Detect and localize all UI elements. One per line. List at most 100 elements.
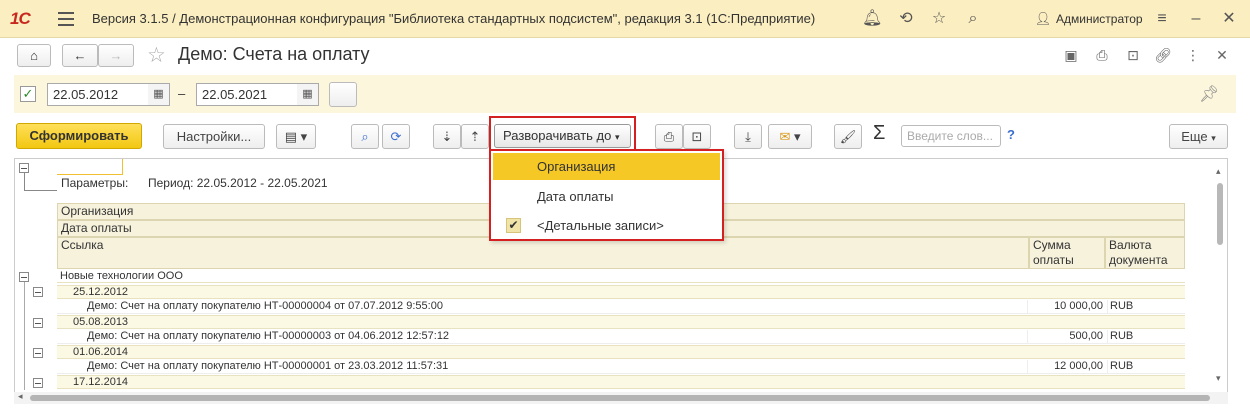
- date-group-row[interactable]: 25.12.2012: [57, 285, 1185, 299]
- magnifier-icon: ⌕: [361, 129, 369, 144]
- close-form-icon[interactable]: ✕: [1213, 46, 1231, 64]
- tree-line: [24, 173, 25, 191]
- arrow-right-icon: →: [109, 48, 123, 63]
- period-separator: –: [178, 86, 186, 101]
- collapse-organization-icon[interactable]: [19, 272, 29, 282]
- preview-icon: ⊡: [691, 129, 703, 144]
- more-actions-icon[interactable]: ⋮: [1184, 46, 1202, 64]
- link-icon[interactable]: 🔗︎: [1154, 46, 1172, 64]
- collapse-params-icon[interactable]: [19, 163, 29, 173]
- table-row[interactable]: Демо: Счет на оплату покупателю НТ-00000…: [57, 360, 1185, 374]
- preview-icon[interactable]: ⊡: [1124, 46, 1142, 64]
- collapse-date-icon[interactable]: [33, 378, 43, 388]
- favorites-star-icon[interactable]: ☆: [929, 9, 949, 29]
- pin-icon[interactable]: 📌︎: [1199, 84, 1219, 104]
- group-date: 05.08.2013: [73, 316, 129, 328]
- scroll-down-icon[interactable]: ▾: [1216, 373, 1221, 384]
- print-button[interactable]: ⎙: [655, 124, 683, 149]
- settings-menu-icon[interactable]: ≡: [1152, 9, 1172, 29]
- search-input[interactable]: Введите слов...: [901, 125, 1001, 147]
- table-row[interactable]: Демо: Счет на оплату покупателю НТ-00000…: [57, 300, 1185, 314]
- home-icon: ⌂: [30, 48, 38, 63]
- print-preview-button[interactable]: ⊡: [683, 124, 711, 149]
- title-bar: 1С Версия 3.1.5 / Демонстрационная конфи…: [0, 0, 1250, 38]
- sort-desc-button[interactable]: ⇡: [461, 124, 489, 149]
- generate-button[interactable]: Сформировать: [16, 123, 142, 149]
- dropdown-item-organization[interactable]: Организация: [493, 153, 720, 180]
- collapse-date-icon[interactable]: [33, 318, 43, 328]
- tree-line: [24, 190, 57, 191]
- bell-icon[interactable]: 🔔︎: [862, 9, 882, 29]
- print-icon[interactable]: ⎙: [1093, 46, 1111, 64]
- date-group-row[interactable]: 17.12.2014: [57, 375, 1185, 389]
- user-name[interactable]: Администратор: [1056, 12, 1143, 26]
- history-icon[interactable]: ⟲: [896, 9, 916, 29]
- params-label: Параметры:: [61, 176, 129, 190]
- scroll-left-icon[interactable]: ◂: [18, 391, 23, 402]
- search-icon[interactable]: ⌕: [963, 9, 983, 29]
- collapse-date-icon[interactable]: [33, 348, 43, 358]
- home-button[interactable]: ⌂: [17, 44, 51, 67]
- dropdown-item-detail-records[interactable]: ✔ <Детальные записи>: [493, 212, 720, 239]
- favorite-star-icon[interactable]: ☆: [147, 43, 166, 68]
- horizontal-scroll-thumb[interactable]: [30, 395, 1210, 401]
- column-sum: Сумма оплаты: [1029, 237, 1105, 269]
- group-date: 17.12.2014: [73, 376, 129, 388]
- variants-button[interactable]: ▤ ▾: [276, 124, 316, 149]
- column-currency-label: Валюта документа: [1109, 238, 1168, 267]
- organization-row[interactable]: Новые технологии ООО: [57, 270, 1185, 283]
- group-date: 01.06.2014: [73, 346, 129, 358]
- column-link: Ссылка: [57, 237, 1029, 269]
- find-next-button[interactable]: ⟳: [382, 124, 410, 149]
- calendar-to-icon[interactable]: ▦: [297, 83, 319, 106]
- sum-cell: 12 000,00: [1027, 360, 1103, 373]
- currency-cell: RUB: [1107, 300, 1133, 313]
- params-value: Период: 22.05.2012 - 22.05.2021: [148, 176, 328, 190]
- minimize-icon[interactable]: –: [1186, 9, 1206, 29]
- more-button[interactable]: Еще ▾: [1169, 124, 1228, 149]
- table-row[interactable]: Демо: Счет на оплату покупателю НТ-00000…: [57, 330, 1185, 344]
- save-to-file-button[interactable]: ⤓: [734, 124, 762, 149]
- date-group-row[interactable]: 01.06.2014: [57, 345, 1185, 359]
- document-link[interactable]: Демо: Счет на оплату покупателю НТ-00000…: [87, 300, 443, 313]
- arrow-left-icon: ←: [73, 48, 87, 63]
- document-link[interactable]: Демо: Счет на оплату покупателю НТ-00000…: [87, 360, 448, 373]
- appearance-button[interactable]: 🖌︎: [834, 124, 862, 149]
- period-select-button[interactable]: [329, 82, 357, 107]
- date-group-row[interactable]: 05.08.2013: [57, 315, 1185, 329]
- dropdown-item-label: Организация: [537, 159, 616, 174]
- user-icon[interactable]: 👤︎: [1033, 9, 1053, 29]
- back-button[interactable]: ←: [62, 44, 98, 67]
- header-organization-label: Организация: [61, 204, 134, 218]
- dropdown-item-label: <Детальные записи>: [537, 218, 664, 233]
- collapse-date-icon[interactable]: [33, 287, 43, 297]
- calendar-from-icon[interactable]: ▦: [148, 83, 170, 106]
- sum-icon[interactable]: Σ: [873, 122, 885, 145]
- organization-name: Новые технологии ООО: [60, 270, 183, 282]
- header-payment-date-label: Дата оплаты: [61, 221, 132, 235]
- find-button[interactable]: ⌕: [351, 124, 379, 149]
- printer-icon: ⎙: [663, 129, 675, 144]
- brush-icon: 🖌︎: [839, 129, 857, 144]
- vertical-scroll-thumb[interactable]: [1217, 183, 1223, 245]
- period-checkbox[interactable]: ✓: [20, 86, 36, 102]
- scroll-up-icon[interactable]: ▴: [1216, 166, 1221, 177]
- dropdown-item-payment-date[interactable]: Дата оплаты: [493, 183, 720, 210]
- envelope-icon: ✉: [779, 129, 791, 144]
- main-menu-icon[interactable]: [58, 12, 74, 26]
- settings-button[interactable]: Настройки...: [163, 124, 265, 149]
- currency-cell: RUB: [1107, 360, 1133, 373]
- save-icon[interactable]: ▣: [1062, 46, 1080, 64]
- close-window-icon[interactable]: ✕: [1219, 9, 1239, 29]
- document-link[interactable]: Демо: Счет на оплату покупателю НТ-00000…: [87, 330, 449, 343]
- sum-cell: 10 000,00: [1027, 300, 1103, 313]
- more-label: Еще: [1181, 129, 1208, 144]
- help-icon[interactable]: ?: [1007, 127, 1015, 142]
- sort-asc-button[interactable]: ⇣: [433, 124, 461, 149]
- chevron-down-icon: ▾: [1211, 133, 1216, 143]
- expand-to-button[interactable]: Разворачивать до ▾: [494, 124, 631, 148]
- send-mail-button[interactable]: ✉ ▾: [768, 124, 812, 149]
- forward-button[interactable]: →: [98, 44, 134, 67]
- sort-asc-icon: ⇣: [441, 129, 453, 144]
- report-variants-icon: ▤ ▾: [284, 129, 308, 144]
